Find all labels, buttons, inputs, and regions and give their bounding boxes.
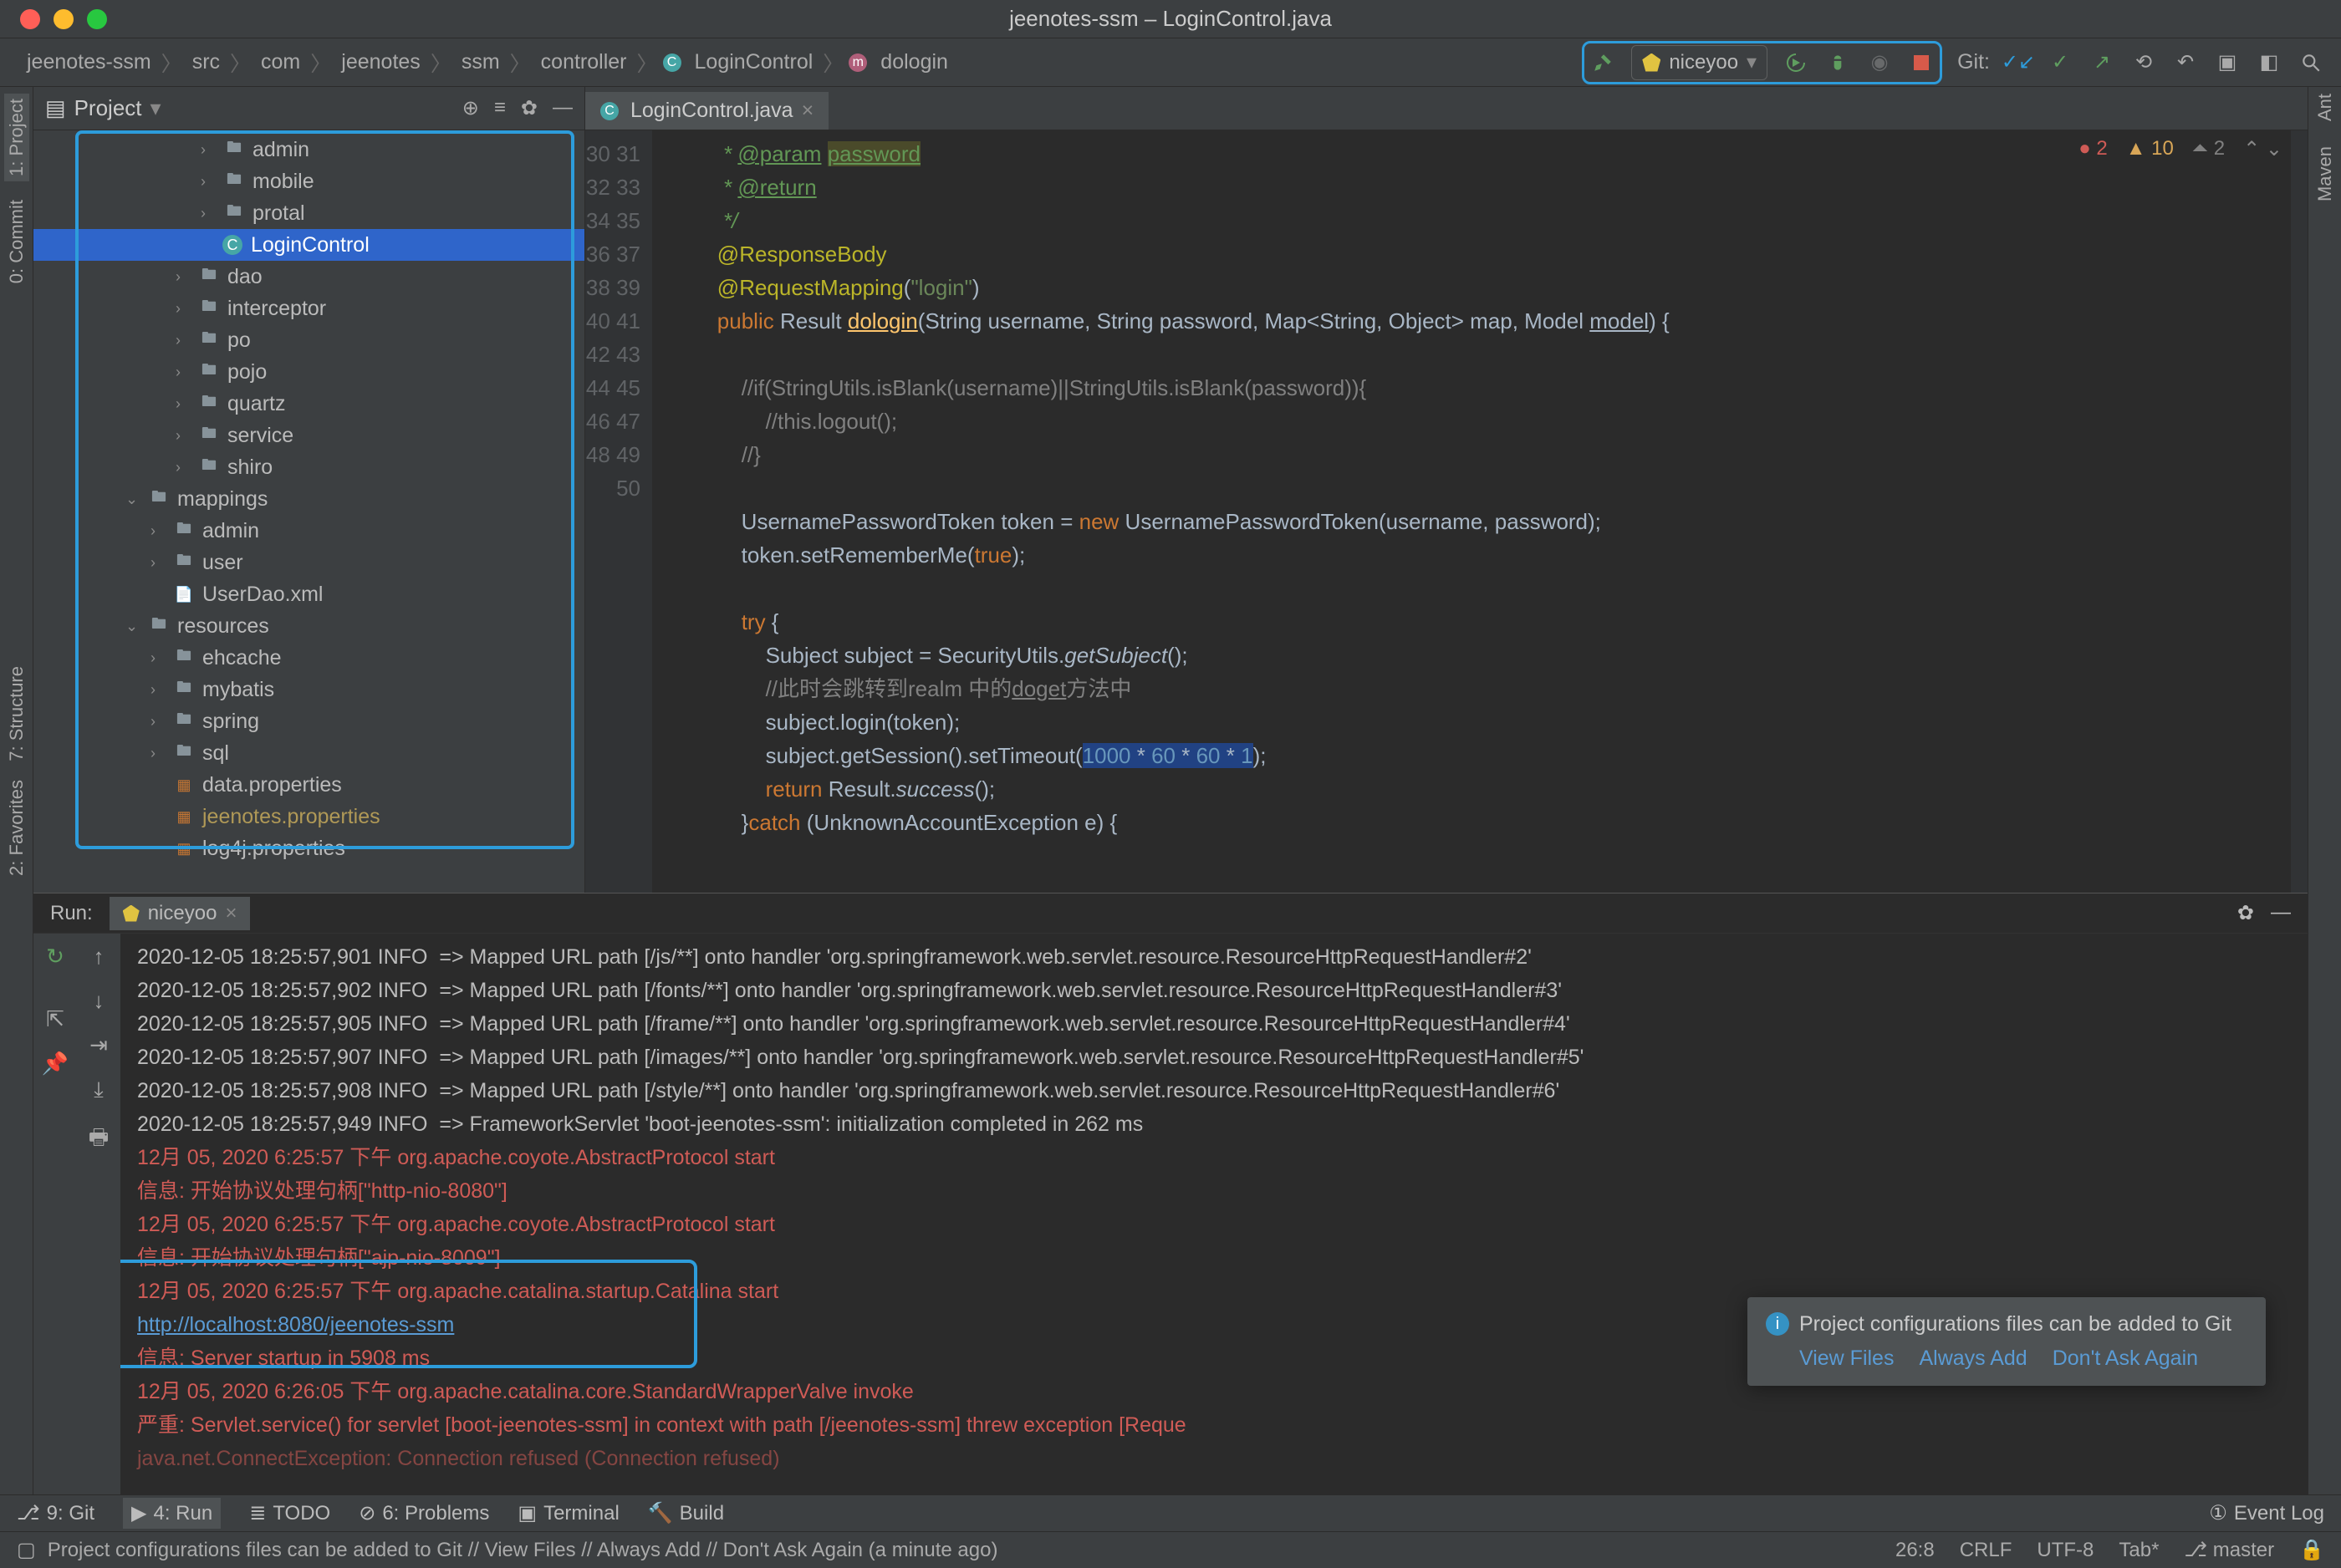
console-actions-strip: ↑ ↓ ⇥ ⤓ 🖶 xyxy=(77,934,120,1494)
breadcrumb-item[interactable]: src xyxy=(187,47,225,78)
caret-position[interactable]: 26:8 xyxy=(1895,1539,1935,1562)
hide-panel-button[interactable]: — xyxy=(2271,901,2291,925)
editor-tabs: C LoginControl.java × xyxy=(585,87,2308,130)
commit-tool-tab[interactable]: 0: Commit xyxy=(6,200,28,283)
status-message: Project configurations files can be adde… xyxy=(48,1539,998,1562)
project-panel-title[interactable]: ▤Project▾ xyxy=(45,95,161,121)
always-add-link[interactable]: Always Add xyxy=(1919,1347,2027,1371)
exit-button[interactable]: ⇱ xyxy=(46,1006,64,1032)
indent-info[interactable]: Tab* xyxy=(2119,1539,2159,1562)
run-tool-tab[interactable]: ▶ 4: Run xyxy=(123,1498,221,1529)
tree-item-selected[interactable]: CLoginControl xyxy=(33,229,584,261)
left-tool-strip: 1: Project 0: Commit 7: Structure 2: Fav… xyxy=(0,87,33,1494)
console-output[interactable]: 2020-12-05 18:25:57,901 INFO => Mapped U… xyxy=(120,934,2308,1494)
history-button[interactable]: ⟲ xyxy=(2130,49,2157,76)
run-actions-strip: ↻ ⇱ 📌 xyxy=(33,934,77,1494)
run-toolbar-highlight: niceyoo ▾ ◉ xyxy=(1582,41,1942,84)
maven-tool-tab[interactable]: Maven xyxy=(2314,146,2336,201)
git-push-button[interactable]: ↗ xyxy=(2089,49,2115,76)
file-encoding[interactable]: UTF-8 xyxy=(2037,1539,2094,1562)
close-tab-icon[interactable]: × xyxy=(802,99,814,123)
lock-icon[interactable]: 🔒 xyxy=(2299,1538,2324,1562)
rerun-button[interactable]: ↻ xyxy=(46,944,64,970)
main-area: 1: Project 0: Commit 7: Structure 2: Fav… xyxy=(0,87,2341,1494)
run-settings-gear-icon[interactable]: ✿ xyxy=(2237,901,2254,925)
run-button[interactable] xyxy=(1783,49,1809,76)
breadcrumb-item[interactable]: LoginControl xyxy=(690,47,819,78)
print-button[interactable]: 🖶 xyxy=(89,1122,110,1158)
window-controls xyxy=(0,9,107,29)
git-update-button[interactable]: ✓↙ xyxy=(2005,49,2032,76)
navigation-bar: jeenotes-ssm〉 src〉 com〉 jeenotes〉 ssm〉 c… xyxy=(0,38,2341,87)
debug-button[interactable] xyxy=(1824,49,1851,76)
todo-tool-tab[interactable]: ≣ TODO xyxy=(249,1498,330,1529)
structure-tool-tab[interactable]: 7: Structure xyxy=(6,666,28,761)
problems-tool-tab[interactable]: ⊘ 6: Problems xyxy=(359,1498,489,1529)
notification-text: Project configurations files can be adde… xyxy=(1799,1312,2231,1336)
window-title: jeenotes-ssm – LoginControl.java xyxy=(1009,6,1332,32)
event-log-tab[interactable]: ① Event Log xyxy=(2209,1501,2324,1525)
scroll-end-button[interactable]: ⤓ xyxy=(94,1077,104,1103)
bottom-tool-strip: ⎇ 9: Git ▶ 4: Run ≣ TODO ⊘ 6: Problems ▣… xyxy=(0,1494,2341,1531)
git-label: Git: xyxy=(1957,50,1990,74)
terminal-tool-tab[interactable]: ▣ Terminal xyxy=(518,1498,619,1529)
search-everywhere-button[interactable] xyxy=(2298,49,2324,76)
run-configuration-selector[interactable]: niceyoo ▾ xyxy=(1631,45,1767,80)
run-tab[interactable]: niceyoo × xyxy=(110,897,251,930)
ide-settings-button[interactable]: ◧ xyxy=(2256,49,2282,76)
breadcrumb-item[interactable]: controller xyxy=(536,47,632,78)
favorites-tool-tab[interactable]: 2: Favorites xyxy=(6,780,28,876)
tool-windows-button[interactable]: ▢ xyxy=(17,1538,36,1562)
run-label: Run: xyxy=(50,902,93,925)
breadcrumb-item[interactable]: dologin xyxy=(875,47,953,78)
git-tool-tab[interactable]: ⎇ 9: Git xyxy=(17,1498,94,1529)
expand-all-button[interactable]: ≡ xyxy=(494,96,506,120)
close-window-button[interactable] xyxy=(20,9,40,29)
build-tool-tab[interactable]: 🔨 Build xyxy=(648,1498,724,1529)
status-bar: ▢ Project configurations files can be ad… xyxy=(0,1531,2341,1568)
ide-split-button[interactable]: ▣ xyxy=(2214,49,2241,76)
project-tool-tab[interactable]: 1: Project xyxy=(4,94,29,181)
breadcrumb-item[interactable]: com xyxy=(256,47,305,78)
run-tool-window: Run: niceyoo × ✿ — ↻ ⇱ 📌 ↑ ↓ xyxy=(33,893,2308,1494)
editor-tab[interactable]: C LoginControl.java × xyxy=(585,92,829,130)
build-button[interactable] xyxy=(1589,49,1616,76)
locate-file-button[interactable]: ⊕ xyxy=(462,96,479,120)
stop-button[interactable] xyxy=(1908,49,1935,76)
title-bar: jeenotes-ssm – LoginControl.java xyxy=(0,0,2341,38)
class-icon: C xyxy=(663,53,681,72)
soft-wrap-button[interactable]: ⇥ xyxy=(89,1032,108,1058)
maximize-window-button[interactable] xyxy=(87,9,107,29)
breadcrumb-item[interactable]: jeenotes-ssm xyxy=(22,47,156,78)
breadcrumb: jeenotes-ssm〉 src〉 com〉 jeenotes〉 ssm〉 c… xyxy=(10,47,953,78)
pin-button[interactable]: 📌 xyxy=(42,1051,69,1077)
down-button[interactable]: ↓ xyxy=(94,988,105,1014)
git-notification: i Project configurations files can be ad… xyxy=(1747,1297,2266,1386)
close-tab-icon[interactable]: × xyxy=(225,902,237,925)
inspection-widget[interactable]: ● 2 ▲ 10 ⏶ 2 ⌃ ⌄ xyxy=(2078,137,2282,161)
view-files-link[interactable]: View Files xyxy=(1799,1347,1894,1371)
dont-ask-link[interactable]: Don't Ask Again xyxy=(2053,1347,2198,1371)
hide-panel-button[interactable]: — xyxy=(553,96,573,120)
up-button[interactable]: ↑ xyxy=(94,944,105,970)
dropdown-arrow-icon: ▾ xyxy=(1747,50,1757,74)
git-commit-button[interactable]: ✓ xyxy=(2047,49,2073,76)
toolbar-actions: niceyoo ▾ ◉ Git: ✓↙ ✓ ↗ ⟲ ↶ ▣ ◧ xyxy=(1582,41,2331,84)
settings-gear-icon[interactable]: ✿ xyxy=(521,96,538,120)
right-tool-strip: Ant Maven xyxy=(2308,87,2341,1494)
line-separator[interactable]: CRLF xyxy=(1960,1539,2012,1562)
minimize-window-button[interactable] xyxy=(54,9,74,29)
tomcat-icon xyxy=(123,905,140,922)
breadcrumb-item[interactable]: ssm xyxy=(456,47,505,78)
revert-button[interactable]: ↶ xyxy=(2172,49,2199,76)
ant-tool-tab[interactable]: Ant xyxy=(2314,94,2336,121)
method-icon: m xyxy=(849,53,867,72)
git-branch[interactable]: ⎇ master xyxy=(2184,1538,2274,1562)
tomcat-icon xyxy=(1642,53,1660,72)
info-icon: i xyxy=(1766,1312,1789,1336)
breadcrumb-item[interactable]: jeenotes xyxy=(336,47,426,78)
run-config-name: niceyoo xyxy=(1669,51,1738,74)
run-coverage-button[interactable]: ◉ xyxy=(1866,49,1893,76)
class-icon: C xyxy=(600,102,619,120)
